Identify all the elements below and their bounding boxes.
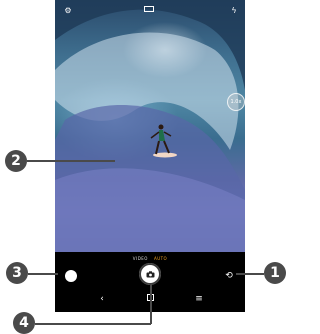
aspect-ratio-icon[interactable] xyxy=(144,6,156,16)
camera-icon xyxy=(146,270,154,277)
callout-2: 2 xyxy=(5,150,27,172)
gallery-thumbnail[interactable] xyxy=(65,270,77,282)
camera-viewfinder[interactable]: ⚙ ϟ 1.0x xyxy=(55,0,245,252)
zoom-button[interactable]: 1.0x xyxy=(227,93,245,111)
phone-screen: ⚙ ϟ 1.0x VIDEO AUTO ⟲ xyxy=(55,0,245,288)
mode-video[interactable]: VIDEO xyxy=(133,254,148,264)
callout-3-leader xyxy=(28,273,58,275)
callout-2-leader xyxy=(27,160,115,162)
callout-3: 3 xyxy=(6,262,28,284)
flash-auto-icon[interactable]: ϟ xyxy=(228,6,240,16)
wave-scene xyxy=(55,0,245,252)
callout-1: 1 xyxy=(264,262,286,284)
switch-camera-icon[interactable]: ⟲ xyxy=(223,271,235,281)
callout-4-leader-h xyxy=(35,323,151,325)
camera-top-bar: ⚙ ϟ xyxy=(55,0,245,22)
menu-icon[interactable]: ≡ xyxy=(193,294,205,304)
callout-4-leader-v xyxy=(150,285,152,324)
shutter-button[interactable] xyxy=(139,263,161,285)
mode-auto[interactable]: AUTO xyxy=(154,254,167,264)
callout-4: 4 xyxy=(13,312,35,334)
back-icon[interactable]: ‹ xyxy=(96,294,108,304)
callout-1-leader xyxy=(236,273,264,275)
gear-icon[interactable]: ⚙ xyxy=(62,6,74,16)
